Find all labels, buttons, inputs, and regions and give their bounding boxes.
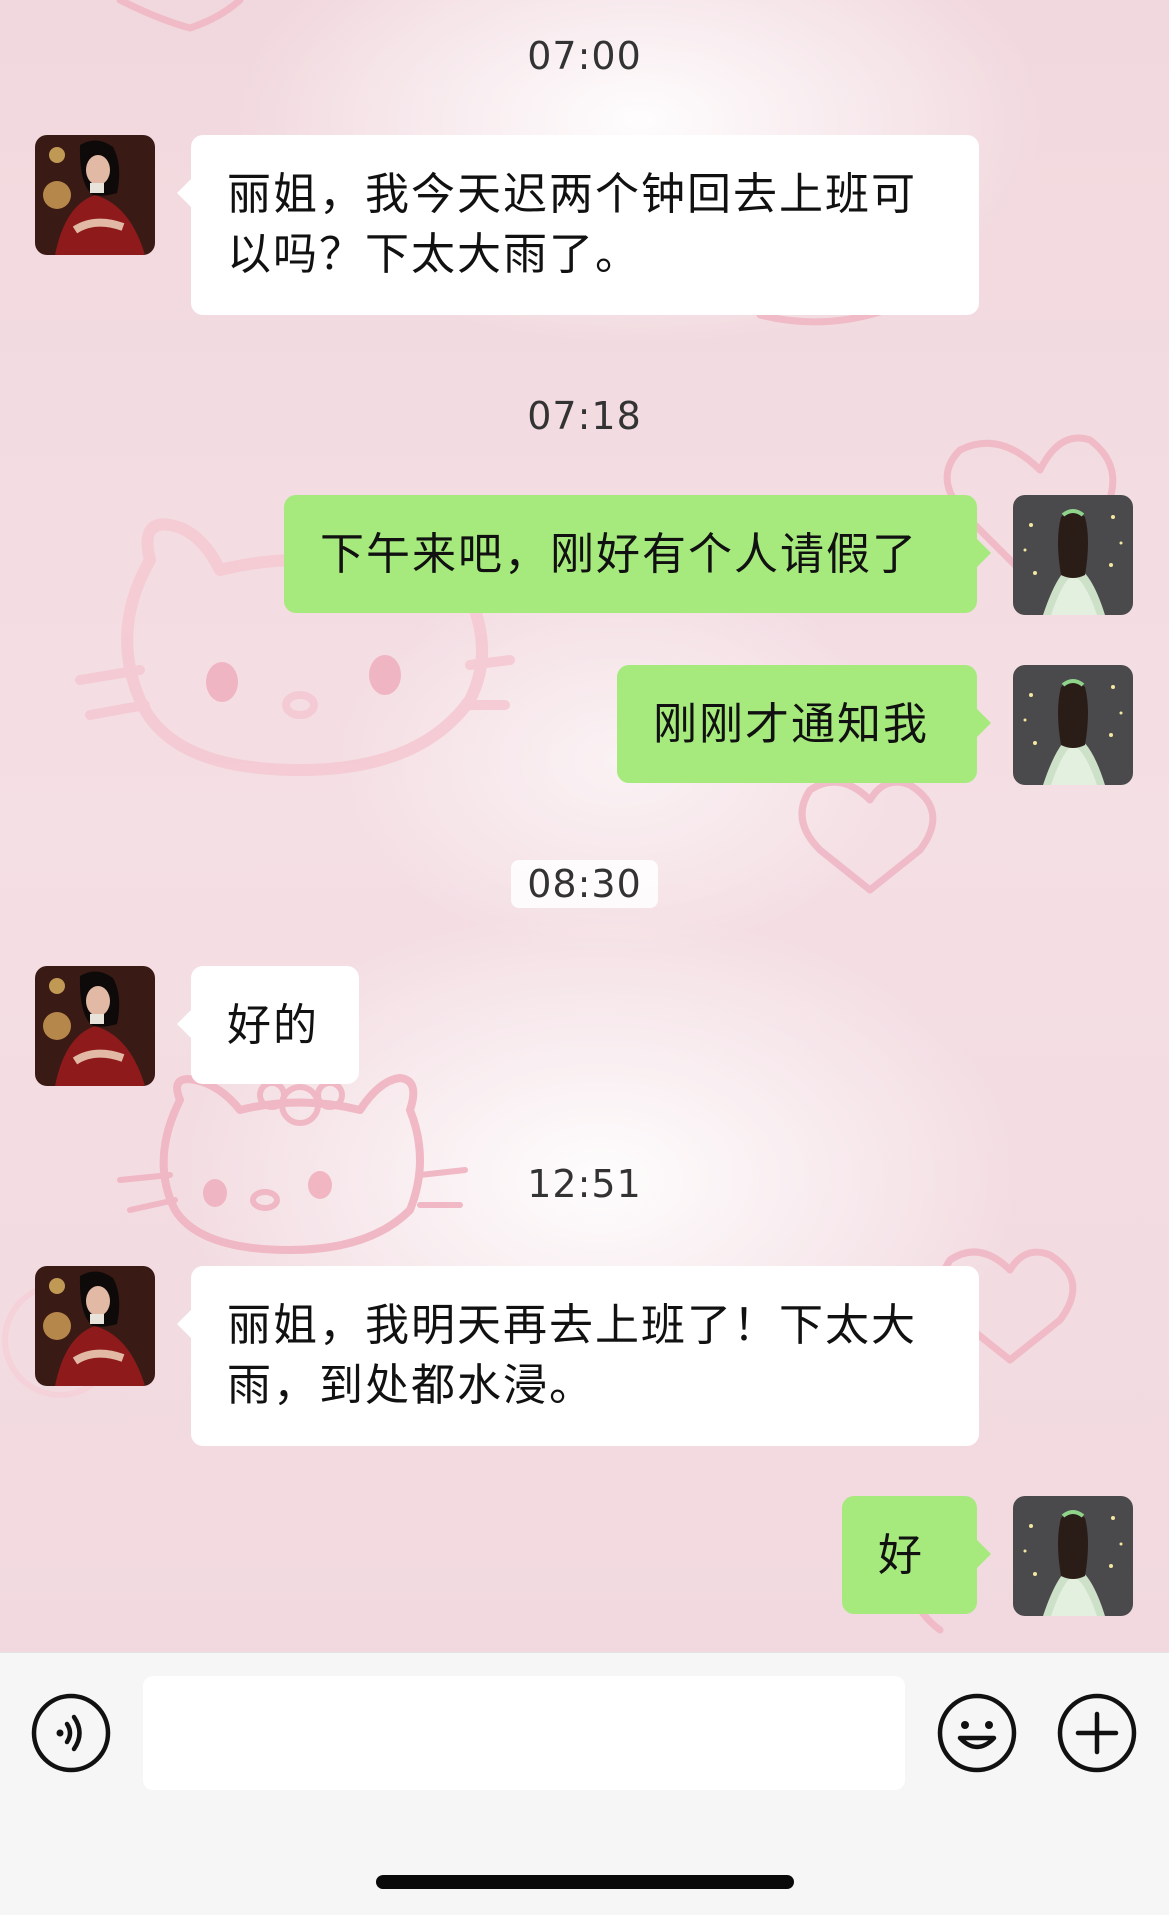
incoming-message-bubble[interactable]: 丽姐，我今天迟两个钟回去上班可 以吗？下太大雨了。 — [177, 135, 979, 315]
my-avatar-image — [1013, 1496, 1133, 1616]
incoming-message-bubble[interactable]: 好的 — [177, 966, 359, 1084]
contact-avatar[interactable] — [35, 1266, 155, 1386]
message-timestamp: 08:30 — [0, 860, 1169, 908]
contact-avatar[interactable] — [35, 135, 155, 255]
message-timestamp: 12:51 — [527, 1162, 642, 1206]
contact-avatar[interactable] — [35, 966, 155, 1086]
message-text: 好的 — [227, 1000, 319, 1051]
plus-icon[interactable] — [1056, 1692, 1138, 1774]
my-avatar[interactable] — [1013, 665, 1133, 785]
incoming-message-bubble[interactable]: 丽姐，我明天再去上班了！下太大 雨，到处都水浸。 — [177, 1266, 979, 1446]
my-avatar-image — [1013, 495, 1133, 615]
chat-input-bar — [0, 1652, 1169, 1915]
message-text: 下午来吧，刚好有个人请假了 — [320, 529, 918, 580]
voice-icon[interactable] — [30, 1692, 112, 1774]
message-timestamp: 07:00 — [527, 34, 642, 78]
my-avatar-image — [1013, 665, 1133, 785]
chat-area[interactable]: 07:00 丽姐，我今天迟两个钟回去上班可 以吗？下太大雨了。 07:18 下午… — [0, 0, 1169, 1652]
message-timestamp: 07:18 — [527, 394, 642, 438]
message-text-line: 丽姐，我明天再去上班了！下太大 — [227, 1300, 917, 1351]
message-text-line: 以吗？下太大雨了。 — [227, 229, 641, 280]
message-text-line: 雨，到处都水浸。 — [227, 1360, 595, 1411]
message-text-line: 丽姐，我今天迟两个钟回去上班可 — [227, 169, 917, 220]
emoji-icon[interactable] — [936, 1692, 1018, 1774]
outgoing-message-bubble[interactable]: 刚刚才通知我 — [617, 665, 991, 783]
contact-avatar-image — [35, 966, 155, 1086]
my-avatar[interactable] — [1013, 495, 1133, 615]
home-indicator[interactable] — [376, 1875, 794, 1889]
message-text: 好 — [878, 1530, 924, 1581]
contact-avatar-image — [35, 135, 155, 255]
outgoing-message-bubble[interactable]: 下午来吧，刚好有个人请假了 — [284, 495, 991, 613]
outgoing-message-bubble[interactable]: 好 — [842, 1496, 991, 1614]
message-text: 刚刚才通知我 — [653, 699, 929, 750]
contact-avatar-image — [35, 1266, 155, 1386]
my-avatar[interactable] — [1013, 1496, 1133, 1616]
message-input[interactable] — [143, 1676, 905, 1790]
